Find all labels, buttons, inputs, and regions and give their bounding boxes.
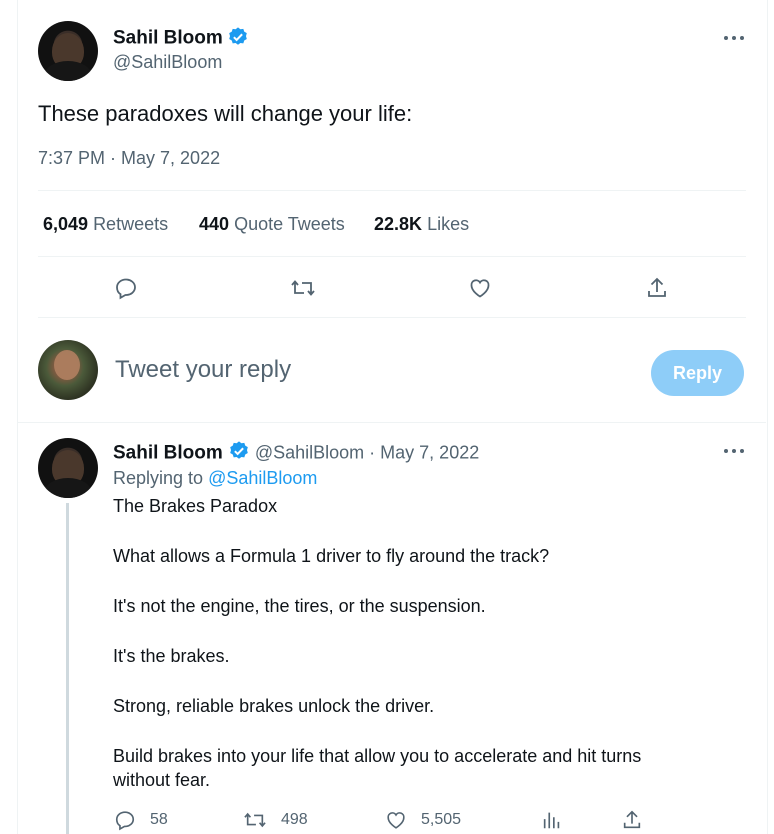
retweet-action[interactable]: 498	[243, 809, 308, 831]
replying-to-handle[interactable]: @SahilBloom	[208, 468, 317, 488]
reply-input[interactable]: Tweet your reply	[115, 356, 291, 384]
reply-button[interactable]: Reply	[651, 350, 744, 396]
reply-paragraph: The Brakes Paradox	[113, 496, 278, 516]
quotes-label: Quote Tweets	[234, 214, 345, 234]
retweets-stat[interactable]: 6,049 Retweets	[43, 214, 168, 235]
author-avatar[interactable]	[38, 21, 98, 81]
reply-count: 58	[150, 811, 168, 828]
retweet-icon[interactable]	[290, 276, 316, 300]
reply-author-handle[interactable]: @SahilBloom	[255, 442, 364, 462]
author-name[interactable]: Sahil Bloom	[113, 28, 223, 49]
reply-author-avatar[interactable]	[38, 438, 98, 498]
verified-badge-icon	[227, 26, 249, 53]
more-options-icon[interactable]	[723, 30, 745, 46]
divider	[38, 190, 746, 191]
tweet-text: These paradoxes will change your life:	[38, 101, 413, 126]
reply-paragraph: It's the brakes.	[113, 646, 230, 666]
divider	[38, 256, 746, 257]
divider	[38, 317, 746, 318]
likes-stat[interactable]: 22.8K Likes	[374, 214, 469, 235]
retweets-label: Retweets	[93, 214, 169, 234]
reply-header: Sahil Bloom @SahilBloom · May 7, 2022	[113, 440, 479, 467]
quotes-stat[interactable]: 440 Quote Tweets	[199, 214, 345, 235]
reply-author-name[interactable]: Sahil Bloom	[113, 442, 223, 463]
replying-to-label: Replying to	[113, 468, 204, 488]
likes-label: Likes	[427, 214, 470, 234]
like-icon	[385, 809, 407, 831]
reply-paragraph: It's not the engine, the tires, or the s…	[113, 596, 486, 616]
like-count: 5,505	[421, 811, 462, 828]
user-avatar[interactable]	[38, 340, 98, 400]
reply-icon	[114, 809, 136, 831]
retweet-icon	[243, 809, 267, 831]
verified-badge-icon	[228, 440, 250, 467]
like-action[interactable]: 5,505	[385, 809, 461, 831]
more-options-icon[interactable]	[723, 443, 745, 459]
reply-icon[interactable]	[114, 276, 138, 300]
like-icon[interactable]	[468, 276, 492, 300]
author-handle[interactable]: @SahilBloom	[113, 52, 222, 73]
analytics-icon[interactable]	[541, 809, 563, 831]
share-icon[interactable]	[621, 809, 643, 831]
likes-count: 22.8K	[374, 214, 423, 234]
reply-action[interactable]: 58	[114, 809, 168, 831]
reply-date[interactable]: · May 7, 2022	[369, 442, 479, 462]
retweets-count: 6,049	[43, 214, 89, 234]
quotes-count: 440	[199, 214, 230, 234]
author-name-row: Sahil Bloom	[113, 26, 249, 53]
retweet-count: 498	[281, 811, 308, 828]
divider	[18, 422, 766, 423]
reply-paragraph: Strong, reliable brakes unlock the drive…	[113, 696, 435, 716]
replying-to-line: Replying to @SahilBloom	[113, 468, 317, 489]
reply-paragraph: What allows a Formula 1 driver to fly ar…	[113, 546, 550, 566]
tweet-timestamp[interactable]: 7:37 PM · May 7, 2022	[38, 148, 220, 169]
share-icon[interactable]	[645, 276, 669, 300]
reply-paragraph: Build brakes into your life that allow y…	[113, 746, 642, 790]
thread-line	[66, 503, 69, 834]
reply-body: The Brakes Paradox What allows a Formula…	[113, 494, 713, 792]
